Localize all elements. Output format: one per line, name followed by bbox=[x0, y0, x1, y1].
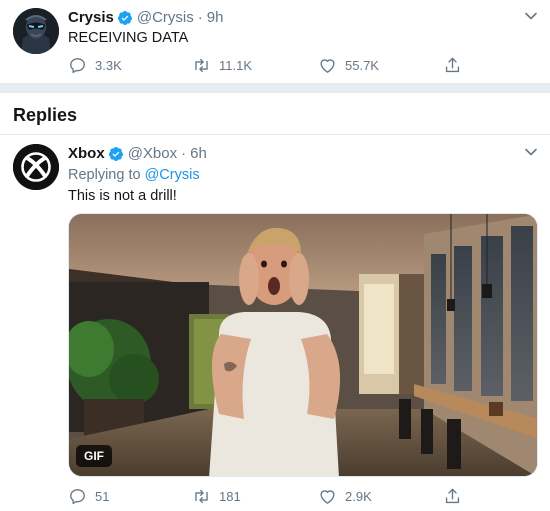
share-action[interactable] bbox=[443, 487, 470, 506]
reply-icon bbox=[70, 489, 85, 505]
like-icon bbox=[320, 490, 335, 504]
retweet-icon bbox=[195, 489, 208, 504]
tweet-time[interactable]: 6h bbox=[190, 145, 207, 162]
like-icon bbox=[320, 59, 335, 73]
reply-icon bbox=[70, 58, 85, 74]
gif-frame-illustration bbox=[69, 214, 537, 476]
like-count: 2.9K bbox=[345, 489, 372, 504]
share-icon bbox=[445, 488, 460, 504]
replying-to-handle-link[interactable]: @Crysis bbox=[145, 167, 200, 183]
reply-action[interactable]: 3.3K bbox=[68, 56, 122, 75]
retweet-icon bbox=[195, 58, 208, 73]
replying-to-label: Replying to bbox=[68, 167, 141, 183]
reply-count: 51 bbox=[95, 489, 110, 504]
tweet-text: This is not a drill! bbox=[68, 188, 177, 204]
share-icon bbox=[445, 57, 460, 73]
gif-badge: GIF bbox=[76, 445, 112, 467]
verified-badge-icon bbox=[108, 146, 123, 161]
author-name[interactable]: Xbox bbox=[68, 145, 105, 162]
like-action[interactable]: 55.7K bbox=[318, 56, 379, 75]
reply-count: 3.3K bbox=[95, 58, 122, 73]
reply-tweet-header: Xbox @Xbox · 6h bbox=[68, 145, 207, 162]
crysis-avatar[interactable] bbox=[13, 8, 59, 54]
tweet-time[interactable]: 9h bbox=[207, 9, 224, 26]
verified-badge-icon bbox=[117, 10, 132, 25]
replies-title: Replies bbox=[13, 105, 78, 125]
retweet-count: 11.1K bbox=[219, 58, 253, 73]
tweet-media-gif[interactable]: GIF bbox=[68, 213, 538, 477]
section-divider bbox=[0, 83, 550, 93]
retweet-action[interactable]: 11.1K bbox=[192, 56, 252, 75]
chevron-down-icon[interactable] bbox=[524, 9, 538, 23]
share-action[interactable] bbox=[443, 56, 470, 75]
chevron-down-icon[interactable] bbox=[524, 145, 538, 159]
retweet-action[interactable]: 181 bbox=[192, 487, 241, 506]
xbox-avatar[interactable] bbox=[13, 144, 59, 190]
replying-to-line: Replying to @Crysis bbox=[68, 167, 200, 183]
separator-dot: · bbox=[197, 9, 203, 26]
like-count: 55.7K bbox=[345, 58, 379, 73]
crysis-nanosuit-icon bbox=[13, 8, 59, 54]
separator-dot: · bbox=[181, 145, 187, 162]
author-name[interactable]: Crysis bbox=[68, 9, 114, 26]
like-action[interactable]: 2.9K bbox=[318, 487, 372, 506]
xbox-logo-icon bbox=[13, 144, 59, 190]
replies-header: Replies bbox=[0, 93, 550, 135]
retweet-count: 181 bbox=[219, 489, 241, 504]
author-handle[interactable]: @Xbox bbox=[128, 145, 177, 162]
reply-action[interactable]: 51 bbox=[68, 487, 109, 506]
original-tweet-header: Crysis @Crysis · 9h bbox=[68, 9, 223, 26]
tweet-text: RECEIVING DATA bbox=[68, 30, 189, 46]
original-tweet[interactable]: Crysis @Crysis · 9h RECEIVING DATA 3.3K … bbox=[0, 0, 550, 83]
author-handle[interactable]: @Crysis bbox=[137, 9, 194, 26]
